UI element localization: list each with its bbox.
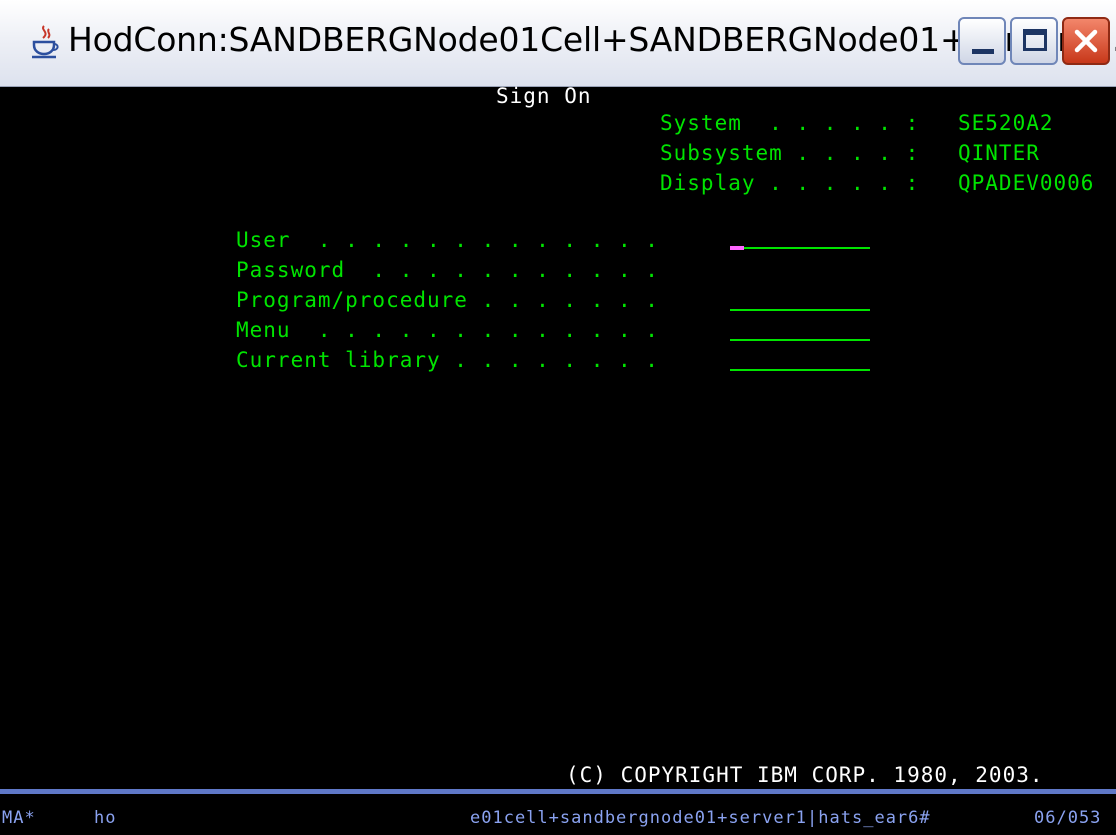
text-cursor	[730, 246, 744, 250]
java-coffee-icon	[32, 25, 59, 59]
system-label: System . . . . . :	[660, 111, 920, 135]
copyright-notice: (C) COPYRIGHT IBM CORP. 1980, 2003.	[566, 763, 1044, 787]
maximize-button[interactable]	[1010, 17, 1058, 65]
maximize-icon	[1023, 29, 1047, 51]
status-indicator: MA*	[2, 808, 36, 828]
status-mode: ho	[94, 808, 117, 828]
password-input[interactable]	[730, 263, 870, 283]
program-procedure-input[interactable]	[730, 309, 870, 311]
status-bar: MA* ho e01cell+sandbergnode01+server1|ha…	[0, 794, 1116, 835]
status-cursor-position: 06/053	[1034, 808, 1102, 828]
program-procedure-label: Program/procedure . . . . . . .	[236, 288, 659, 312]
system-value: SE520A2	[958, 111, 1054, 135]
page-title: Sign On	[496, 84, 592, 108]
password-label: Password . . . . . . . . . . .	[236, 258, 659, 282]
user-label: User . . . . . . . . . . . . .	[236, 228, 659, 252]
close-button[interactable]	[1062, 17, 1110, 65]
user-input[interactable]	[730, 247, 870, 249]
title-bar[interactable]: HodConn:SANDBERGNode01Cell+SANDBERGNode0…	[0, 0, 1116, 87]
current-library-label: Current library . . . . . . . .	[236, 348, 659, 372]
minimize-icon	[972, 49, 994, 54]
status-session: e01cell+sandbergnode01+server1|hats_ear6…	[470, 808, 931, 828]
terminal-window: HodConn:SANDBERGNode01Cell+SANDBERGNode0…	[0, 0, 1116, 835]
minimize-button[interactable]	[958, 17, 1006, 65]
menu-label: Menu . . . . . . . . . . . . .	[236, 318, 659, 342]
terminal-screen[interactable]: Sign On System . . . . . : SE520A2 Subsy…	[0, 84, 1116, 789]
subsystem-label: Subsystem . . . . :	[660, 141, 920, 165]
display-label: Display . . . . . :	[660, 171, 920, 195]
display-value: QPADEV0006	[958, 171, 1095, 195]
current-library-input[interactable]	[730, 369, 870, 371]
close-icon	[1074, 29, 1098, 53]
subsystem-value: QINTER	[958, 141, 1040, 165]
menu-input[interactable]	[730, 339, 870, 341]
